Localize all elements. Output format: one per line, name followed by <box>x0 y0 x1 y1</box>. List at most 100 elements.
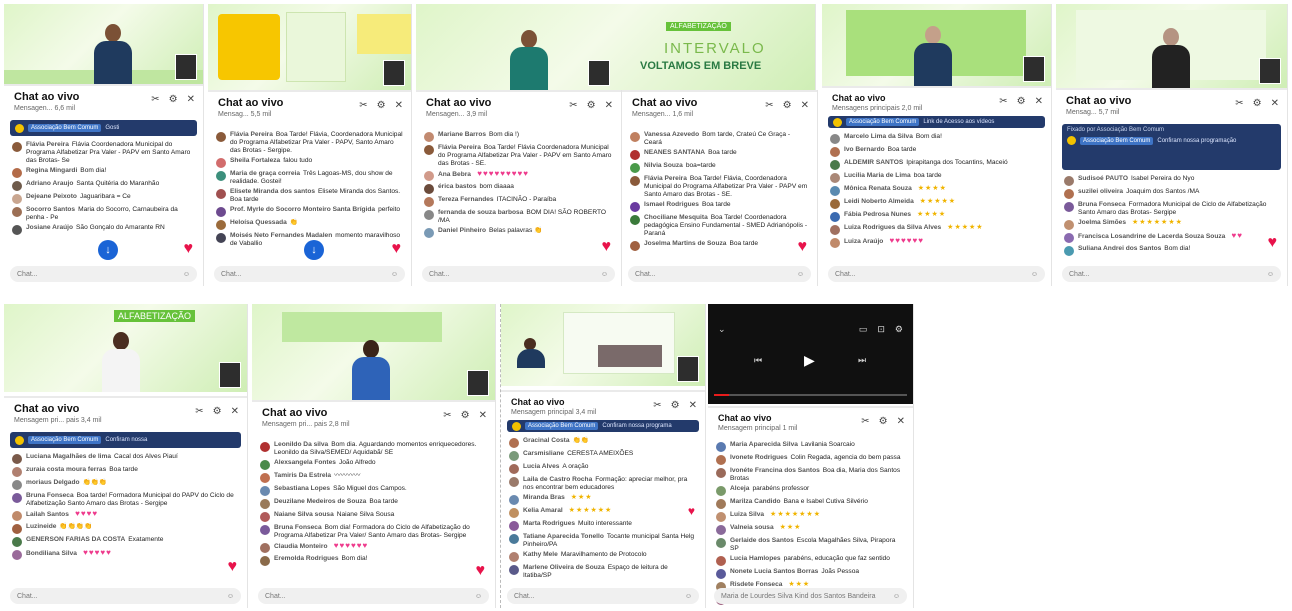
chat-message[interactable]: Leonildo Da silva Bom dia. Aguardando mom… <box>260 441 487 457</box>
close-icon[interactable]: ✕ <box>187 95 195 105</box>
settings-icon[interactable]: ⚙ <box>587 101 596 111</box>
video-area[interactable] <box>822 4 1051 86</box>
chat-message[interactable]: Ivonéte Francina dos Santos Boa dia, Mari… <box>716 467 905 483</box>
chat-message[interactable]: Dejeane Peixoto Jaguaribara = Ce <box>12 193 195 204</box>
chat-message[interactable]: NEANES SANTANA Boa tarde <box>630 149 809 160</box>
settings-icon[interactable]: ⚙ <box>895 324 903 335</box>
chat-message[interactable]: Alexsangela Fontes João Alfredo <box>260 459 487 470</box>
close-icon[interactable]: ✕ <box>231 407 239 417</box>
message-list[interactable]: Marcelo Lima da Silva Bom dia! Ivo Bernard… <box>822 128 1051 253</box>
chat-message[interactable]: Gerlaide dos Santos Escola Magalhães Silv… <box>716 537 905 553</box>
settings-icon[interactable]: ⚙ <box>671 401 680 411</box>
chat-message[interactable]: Joelma Simões ★★★★★★★ <box>1064 219 1279 230</box>
reactions-icon[interactable]: ✂ <box>195 407 203 417</box>
close-icon[interactable]: ✕ <box>605 101 613 111</box>
chat-message[interactable]: Sudisoé PAUTO Isabel Pereira do Nyo <box>1064 175 1279 186</box>
video-area[interactable] <box>252 304 495 400</box>
emoji-icon[interactable]: ☺ <box>1031 271 1038 278</box>
message-list[interactable]: Flávia Pereira Boa Tarde! Flávia, Coorden… <box>208 126 411 253</box>
emoji-icon[interactable]: ☺ <box>893 593 900 600</box>
chat-message[interactable]: Ivonete Rodrigues Colin Regada, agencia d… <box>716 454 905 465</box>
chat-message[interactable]: Bruna Fonseca Formadora Municipal de Cicl… <box>1064 201 1279 217</box>
chat-message[interactable]: Carsmisliane CERESTA AMEIXÕES <box>509 450 697 461</box>
chat-message[interactable]: fernanda de souza barbosa BOM DIA! SÃO RO… <box>424 209 613 225</box>
chat-message[interactable]: Eremolda Rodrigues Bom dia! <box>260 555 487 566</box>
video-area[interactable]: ALFABETIZAÇÃO INTERVALO VOLTAMOS EM BREV… <box>416 4 815 90</box>
emoji-icon[interactable]: ☺ <box>1267 271 1274 278</box>
chat-message[interactable]: Marta Rodrigues Muito interessante <box>509 520 697 531</box>
heart-reaction-icon[interactable]: ♥ <box>184 240 194 258</box>
chat-message[interactable]: Ivo Bernardo Boa tarde <box>830 146 1043 157</box>
chat-message[interactable]: moriaus Delgado 👏👏👏 <box>12 479 239 490</box>
chat-input[interactable]: Chat... ☺ <box>10 588 241 604</box>
chat-message[interactable]: Flávia Pereira Boa Tarde! Flávia, Coorden… <box>216 131 403 155</box>
chat-message[interactable]: GENERSON FARIAS DA COSTA Exatamente <box>12 536 239 547</box>
chat-message[interactable]: Tatiane Aparecida Tonello Tocante municip… <box>509 533 697 549</box>
chat-message[interactable]: suzilei oliveira Joaquim dos Santos /MA <box>1064 188 1279 199</box>
chat-mode-selector[interactable]: Mensagen... 1,6 mil <box>632 111 809 118</box>
chat-message[interactable]: Nonete Lucia Santos Borras Joãs Pessoa <box>716 568 905 579</box>
chat-message[interactable]: Deuzilane Medeiros de Souza Boa tarde <box>260 498 487 509</box>
chat-message[interactable]: Flávia Pereira Boa Tarde! Flávia Coordena… <box>424 144 613 168</box>
settings-icon[interactable]: ⚙ <box>461 411 470 421</box>
heart-reaction-icon[interactable]: ♥ <box>392 240 402 258</box>
emoji-icon[interactable]: ☺ <box>475 593 482 600</box>
chat-message[interactable]: Bruna Fonseca Bom dia! Formadora do Ciclo… <box>260 524 487 540</box>
cast-icon[interactable]: ▭ <box>859 324 868 335</box>
chat-message[interactable]: Laila de Castro Rocha Formação: apreciar … <box>509 476 697 492</box>
chat-message[interactable]: Daniel Pinheiro Belas palavras 👏 <box>424 227 613 238</box>
chat-message[interactable]: Lailah Santos ♥♥♥♥ <box>12 510 239 521</box>
chat-message[interactable]: Nilvia Souza boa=tarde <box>630 162 809 173</box>
chat-message[interactable]: Adriano Araujo Santa Quitéria do Maranhão <box>12 180 195 191</box>
chat-message[interactable]: Joselma Martins de Souza Boa tarde <box>630 240 809 251</box>
settings-icon[interactable]: ⚙ <box>783 101 792 111</box>
chat-message[interactable]: Suliana Andrei dos Santos Bom dia! <box>1064 245 1279 256</box>
chat-message[interactable]: Luzineide 👏👏👏👏 <box>12 523 239 534</box>
chat-message[interactable]: Maria de graça correia Três Lagoas-MS, do… <box>216 170 403 186</box>
emoji-icon[interactable]: ☺ <box>601 271 608 278</box>
chat-mode-selector[interactable]: Mensagem pri... pais 2,8 mil <box>262 421 487 428</box>
message-list[interactable]: Vanessa Azevedo Bom tarde, Crateú Ce Graç… <box>622 126 817 256</box>
collapse-icon[interactable]: ⌄ <box>718 324 726 335</box>
chat-message[interactable]: Bondiliana Silva ♥♥♥♥♥ <box>12 549 239 560</box>
chat-message[interactable]: Gracinal Costa 👏👏 <box>509 437 697 448</box>
settings-icon[interactable]: ⚙ <box>169 95 178 105</box>
message-list[interactable]: Maria Aparecida Silva Lavilania Soarcaio I… <box>708 436 913 608</box>
scroll-down-button[interactable]: ↓ <box>98 240 118 260</box>
video-area[interactable] <box>208 4 411 90</box>
chat-input[interactable]: Chat... ☺ <box>828 266 1045 282</box>
chat-message[interactable]: Heloísa Quessada 👏 <box>216 219 403 230</box>
chat-mode-selector[interactable]: Mensag... 5,7 mil <box>1066 109 1279 116</box>
reactions-icon[interactable]: ✂ <box>443 411 451 421</box>
reactions-icon[interactable]: ✂ <box>359 101 367 111</box>
chat-mode-selector[interactable]: Mensagen... 3,9 mil <box>426 111 613 118</box>
chat-message[interactable]: Alceja parabéns professor <box>716 485 905 496</box>
message-list[interactable]: Gracinal Costa 👏👏 Carsmisliane CERESTA AMEI… <box>501 432 705 585</box>
chat-message[interactable]: Flávia Pereira Boa Tarde! Flávia, Coorden… <box>630 175 809 199</box>
progress-bar[interactable] <box>714 394 907 396</box>
chat-message[interactable]: Sebastiana Lopes São Miguel dos Campos. <box>260 485 487 496</box>
chat-input[interactable]: Maria de Lourdes Silva Kind dos Santos B… <box>714 588 907 604</box>
chat-message[interactable]: Bruna Fonseca Boa tarde! Formadora Munici… <box>12 492 239 508</box>
chat-message[interactable]: Regina Mingardi Bom dia! <box>12 167 195 178</box>
next-icon[interactable]: ⏭ <box>858 355 866 366</box>
settings-icon[interactable]: ⚙ <box>1253 99 1262 109</box>
chat-message[interactable]: Luciana Magalhães de lima Cacal dos Alves… <box>12 453 239 464</box>
reactions-icon[interactable]: ✂ <box>653 401 661 411</box>
chat-message[interactable]: Lucia Hamlopes parabéns, educação que faz… <box>716 555 905 566</box>
settings-icon[interactable]: ⚙ <box>879 417 888 427</box>
pinned-message[interactable]: Associação Bem Comum Confiram nossa <box>10 432 241 448</box>
chat-message[interactable]: Marilza Candido Bana e Isabel Cutiva Silv… <box>716 498 905 509</box>
close-icon[interactable]: ✕ <box>689 401 697 411</box>
chat-message[interactable]: Mônica Renata Souza ★★★★ <box>830 185 1043 196</box>
reactions-icon[interactable]: ✂ <box>999 97 1007 107</box>
message-list[interactable]: Leonildo Da silva Bom dia. Aguardando mom… <box>252 436 495 571</box>
heart-reaction-icon[interactable]: ♥ <box>602 238 612 256</box>
heart-reaction-icon[interactable]: ♥ <box>228 558 238 576</box>
chat-message[interactable]: Leidi Noberto Almeida ★★★★★ <box>830 198 1043 209</box>
settings-icon[interactable]: ⚙ <box>377 101 386 111</box>
chat-message[interactable]: Ismael Rodrigues Boa tarde <box>630 201 809 212</box>
chat-message[interactable]: Luiza Rodrigues da Silva Alves ★★★★★ <box>830 224 1043 235</box>
message-list[interactable]: Mariane Barros Bom dia !) Flávia Pereira Bo… <box>416 126 621 243</box>
heart-reaction-icon[interactable]: ♥ <box>798 238 808 256</box>
